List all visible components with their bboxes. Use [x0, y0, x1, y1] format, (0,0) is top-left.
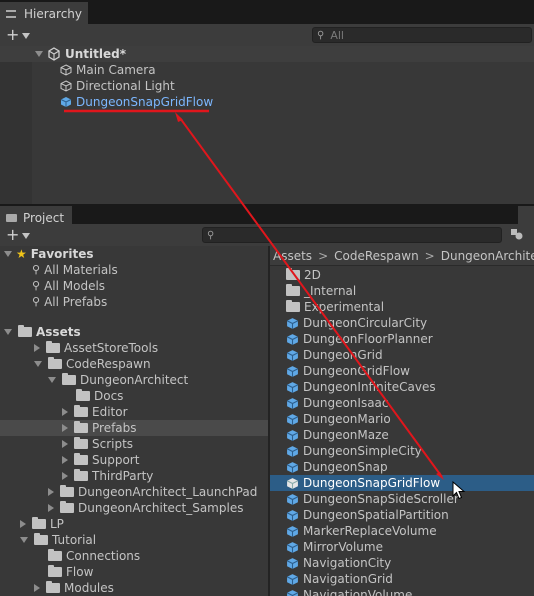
annotation-overlay [64, 109, 444, 480]
mouse-cursor-icon [452, 481, 466, 500]
drag-arrow-line [179, 117, 443, 478]
arrowhead-bottom [436, 472, 444, 480]
